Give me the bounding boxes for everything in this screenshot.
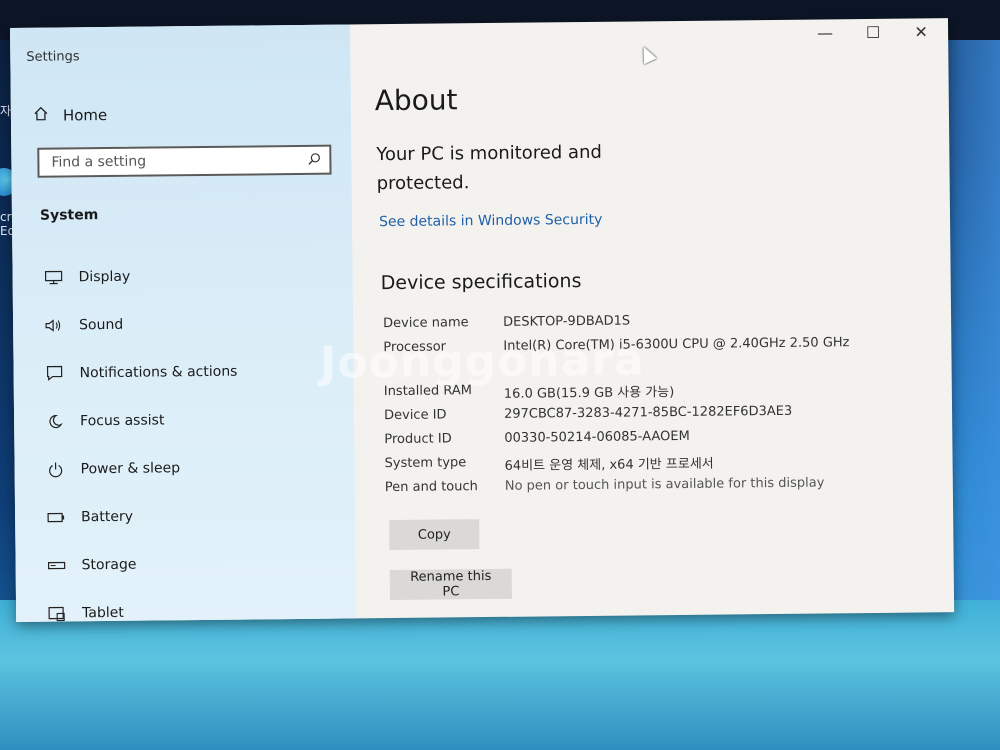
sidebar-item-tablet[interactable]: Tablet — [46, 587, 346, 638]
nav-home-label: Home — [62, 105, 108, 125]
settings-sidebar: Settings Home System Display — [10, 24, 357, 622]
battery-icon — [45, 512, 67, 523]
focus-assist-icon — [44, 413, 66, 429]
sidebar-item-storage[interactable]: Storage — [45, 539, 345, 590]
spec-value: 64비트 운영 체제, x64 기반 프로세서 — [504, 456, 714, 474]
sidebar-item-sound[interactable]: Sound — [43, 299, 343, 350]
home-icon — [33, 106, 49, 126]
close-icon[interactable]: ✕ — [910, 22, 932, 41]
spec-value: No pen or touch input is available for t… — [504, 475, 825, 494]
sidebar-item-label: Battery — [81, 508, 134, 526]
spec-key: Product ID — [384, 431, 452, 448]
sidebar-item-focus-assist[interactable]: Focus assist — [44, 395, 344, 446]
system-nav-list: Display Sound Notifications & actions Fo… — [42, 251, 346, 638]
spec-key: Pen and touch — [384, 479, 478, 496]
window-controls: — ☐ ✕ — [814, 22, 932, 42]
spec-key: System type — [384, 455, 467, 472]
sidebar-item-display[interactable]: Display — [42, 251, 342, 302]
windows-security-link[interactable]: See details in Windows Security — [379, 212, 602, 230]
notifications-icon — [44, 365, 66, 381]
search-box[interactable] — [37, 144, 332, 178]
sidebar-item-label: Sound — [79, 316, 124, 334]
search-icon[interactable] — [307, 150, 321, 169]
sidebar-item-label: Storage — [81, 556, 137, 574]
app-title: Settings — [26, 49, 80, 65]
protection-status-text: Your PC is monitored and protected. — [376, 141, 602, 195]
sound-icon — [43, 318, 65, 332]
storage-icon — [46, 560, 68, 570]
sidebar-item-label: Focus assist — [80, 412, 165, 430]
about-content: — ☐ ✕ About Your PC is monitored and pro… — [350, 18, 954, 618]
watermark: Joonggonara — [319, 334, 646, 389]
minimize-icon[interactable]: — — [814, 23, 836, 42]
device-specifications-heading: Device specifications — [380, 270, 582, 295]
rename-pc-button[interactable]: Rename this PC — [389, 568, 513, 601]
settings-window: Settings Home System Display — [10, 18, 955, 622]
sidebar-item-notifications[interactable]: Notifications & actions — [43, 347, 343, 398]
search-input[interactable] — [49, 151, 294, 172]
sidebar-item-battery[interactable]: Battery — [45, 491, 345, 542]
tablet-icon — [46, 605, 68, 622]
sidebar-item-power-sleep[interactable]: Power & sleep — [44, 443, 344, 494]
table-row: Pen and touch No pen or touch input is a… — [385, 475, 855, 504]
maximize-icon[interactable]: ☐ — [862, 23, 884, 42]
power-icon — [45, 461, 67, 478]
copy-button[interactable]: Copy — [389, 519, 480, 551]
spec-value: 297CBC87-3283-4271-85BC-1282EF6D3AE3 — [503, 403, 793, 422]
section-label-system: System — [39, 207, 99, 224]
display-icon — [43, 270, 65, 285]
spec-value: 00330-50214-06085-AAOEM — [504, 428, 690, 446]
sidebar-item-label: Display — [78, 268, 131, 286]
sidebar-item-label: Notifications & actions — [79, 363, 238, 382]
sidebar-item-label: Power & sleep — [80, 460, 181, 478]
spec-key: Device ID — [384, 407, 447, 424]
sidebar-item-label: Tablet — [82, 604, 124, 622]
nav-home[interactable]: Home — [33, 105, 108, 126]
page-title: About — [374, 83, 458, 118]
